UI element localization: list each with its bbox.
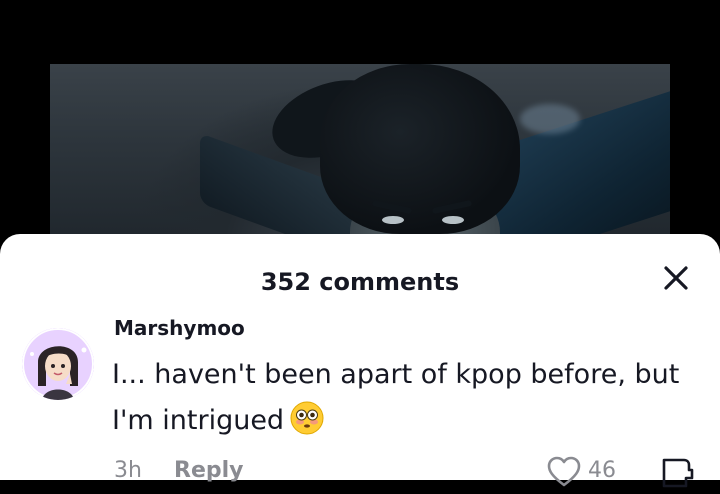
- like-count: 46: [588, 458, 616, 483]
- avatar[interactable]: [22, 328, 94, 400]
- dislike-icon: [662, 458, 694, 488]
- video-jacket-shine: [520, 104, 580, 134]
- close-button[interactable]: [656, 258, 696, 298]
- video-hair: [320, 64, 520, 234]
- reply-button[interactable]: Reply: [174, 458, 244, 483]
- comment-text: I... haven't been apart of kpop before, …: [112, 352, 712, 444]
- video-frame[interactable]: [50, 64, 670, 254]
- comment-text-line2-text: I'm intrigued: [112, 405, 285, 436]
- flushed-face-emoji-icon: [290, 401, 324, 435]
- heart-outline-icon: [547, 456, 581, 487]
- comments-count-title: 352 comments: [260, 268, 460, 296]
- comment-username[interactable]: Marshymoo: [114, 316, 245, 340]
- comment-text-line1: I... haven't been apart of kpop before, …: [112, 359, 680, 390]
- video-eye-left: [382, 216, 404, 224]
- dislike-button[interactable]: [660, 456, 694, 488]
- close-icon: [664, 266, 688, 290]
- video-eye-right: [442, 216, 464, 224]
- comment-text-line2: I'm intrigued: [112, 398, 712, 444]
- comments-sheet: 352 comments Marshymoo I... haven't been…: [0, 234, 720, 488]
- avatar-illustration: [22, 328, 94, 400]
- like-button[interactable]: [546, 456, 582, 488]
- comment-timestamp: 3h: [114, 458, 142, 483]
- comment-item: Marshymoo I... haven't been apart of kpo…: [22, 316, 712, 492]
